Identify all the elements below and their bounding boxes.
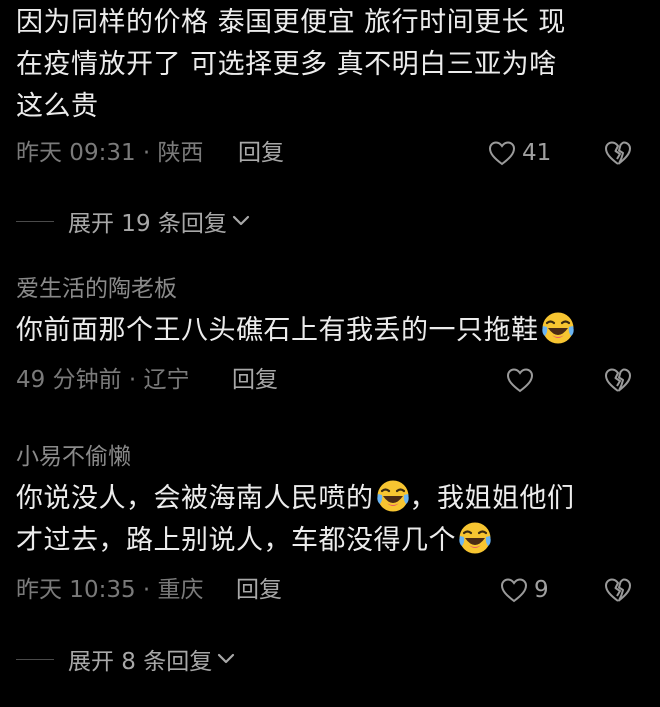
comment-time-location: 49 分钟前 · 辽宁: [16, 367, 190, 393]
expand-replies-button[interactable]: 展开 8 条回复: [16, 642, 236, 676]
comment-meta: 昨天 09:31 · 陕西 回复 41: [16, 135, 632, 171]
like-button[interactable]: [506, 362, 540, 398]
dislike-button[interactable]: [604, 362, 632, 398]
laughing-crying-emoji-icon: [376, 480, 409, 512]
expand-replies-button[interactable]: 展开 19 条回复: [16, 204, 251, 238]
divider: [16, 220, 54, 222]
expand-replies-label: 展开 19 条回复: [68, 211, 227, 237]
comment-text: 你说没人，会被海南人民喷的: [16, 483, 374, 514]
comment-line: 这么贵: [16, 91, 99, 122]
comment-line: 因为同样的价格 泰国更便宜 旅行时间更长 现: [16, 7, 566, 38]
like-button[interactable]: 41: [488, 135, 551, 171]
comment-line: 你前面那个王八头礁石上有我丢的一只拖鞋: [16, 310, 626, 352]
comment-content: 因为同样的价格 泰国更便宜 旅行时间更长 现 在疫情放开了 可选择更多 真不明白…: [16, 2, 626, 128]
broken-heart-icon: [605, 578, 631, 602]
broken-heart-icon: [605, 141, 631, 165]
comment-line: 才过去，路上别说人，车都没得几个: [16, 520, 626, 562]
chevron-down-icon: [216, 652, 236, 666]
expand-replies-label: 展开 8 条回复: [68, 649, 213, 675]
laughing-crying-emoji-icon: [541, 312, 574, 344]
chevron-down-icon: [231, 214, 251, 228]
comment-text: 你前面那个王八头礁石上有我丢的一只拖鞋: [16, 315, 539, 346]
comment-meta: 49 分钟前 · 辽宁 回复: [16, 362, 632, 398]
laughing-crying-emoji-icon: [459, 522, 491, 554]
heart-outline-icon: [506, 368, 534, 393]
like-button[interactable]: 9: [500, 572, 549, 608]
reply-button[interactable]: 回复: [232, 362, 278, 398]
comment-meta: 昨天 10:35 · 重庆 回复 9: [16, 572, 632, 608]
comment-line: 你说没人，会被海南人民喷的 ，我姐姐他们: [16, 478, 626, 520]
like-count: 41: [522, 140, 552, 166]
comment-content: 你前面那个王八头礁石上有我丢的一只拖鞋: [16, 310, 626, 352]
like-count: 9: [534, 577, 549, 603]
heart-outline-icon: [488, 141, 516, 166]
divider: [16, 658, 54, 660]
comment-username[interactable]: 小易不偷懒: [16, 442, 131, 472]
comment-time-location: 昨天 10:35 · 重庆: [16, 577, 204, 603]
comment-username[interactable]: 爱生活的陶老板: [16, 274, 177, 304]
comment-text: 才过去，路上别说人，车都没得几个: [16, 525, 456, 556]
reply-button[interactable]: 回复: [238, 135, 284, 171]
dislike-button[interactable]: [604, 135, 632, 171]
heart-outline-icon: [500, 578, 528, 603]
comment-content: 你说没人，会被海南人民喷的 ，我姐姐他们 才过去，路上别说人，车都没得几个: [16, 478, 626, 562]
comment-line: 在疫情放开了 可选择更多 真不明白三亚为啥: [16, 49, 557, 80]
reply-button[interactable]: 回复: [236, 572, 282, 608]
broken-heart-icon: [605, 368, 631, 392]
comment-time-location: 昨天 09:31 · 陕西: [16, 140, 204, 166]
comment-text: ，我姐姐他们: [409, 483, 575, 514]
dislike-button[interactable]: [604, 572, 632, 608]
